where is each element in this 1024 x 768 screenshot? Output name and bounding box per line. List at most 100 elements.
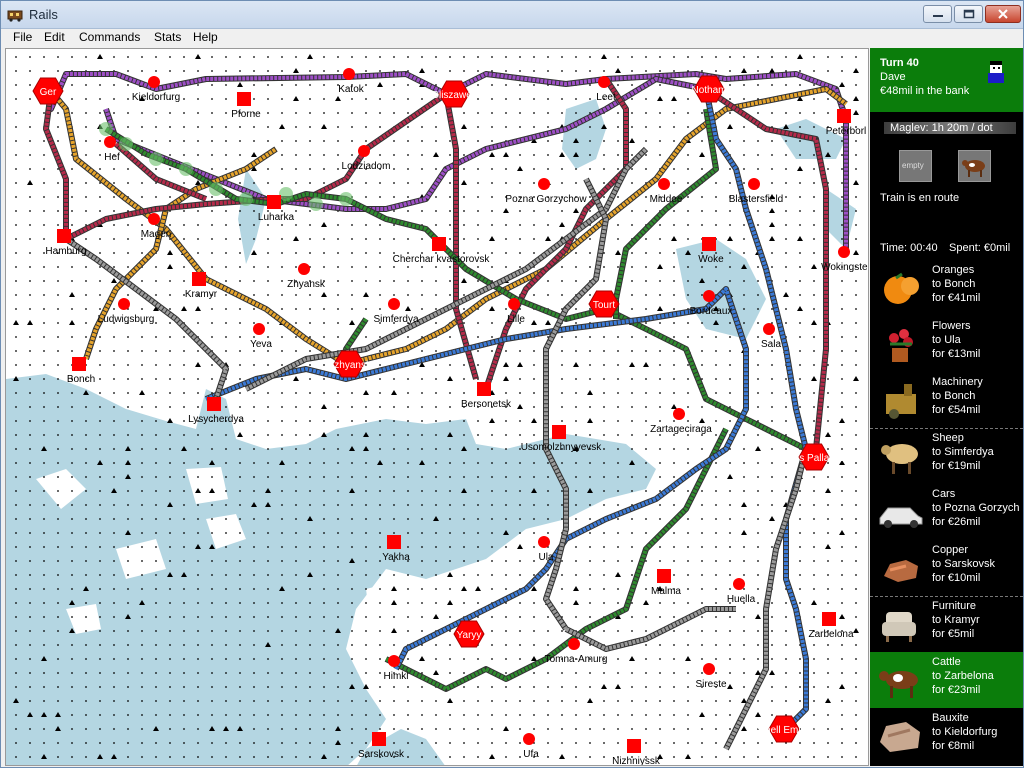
orange-icon bbox=[884, 272, 919, 304]
town-marker bbox=[343, 68, 355, 80]
cargo-card-bauxite[interactable]: Bauxite to Kieldorfurg for €8mil bbox=[870, 708, 1023, 764]
cargo-card-machinery[interactable]: Machinery to Bonch for €54mil bbox=[870, 372, 1023, 428]
city-label: Simferdya bbox=[373, 314, 418, 325]
cargo-card-cars[interactable]: Cars to Pozna Gorzych for €26mil bbox=[870, 484, 1023, 540]
town-marker bbox=[733, 578, 745, 590]
city-marker bbox=[192, 272, 206, 286]
cargo-payment: for €13mil bbox=[932, 348, 981, 360]
route-highlight bbox=[119, 137, 133, 151]
menu-help[interactable]: Help bbox=[191, 29, 220, 47]
city-label: Yakha bbox=[382, 552, 410, 563]
city-label: Leet bbox=[596, 92, 616, 103]
minimize-button[interactable] bbox=[923, 5, 952, 23]
game-map[interactable]: Ger Kieldorfurg Pforne Katok Gliszawek Leet No… bbox=[5, 48, 869, 766]
menu-file[interactable]: File bbox=[11, 29, 34, 47]
city-marker bbox=[267, 195, 281, 209]
city-label: Woke bbox=[698, 254, 724, 265]
cargo-card-oranges[interactable]: Oranges to Bonch for €41mil bbox=[870, 260, 1023, 316]
city-label: Pforne bbox=[231, 109, 261, 120]
town-marker bbox=[838, 246, 850, 258]
route-highlight bbox=[99, 122, 113, 136]
city-marker bbox=[432, 237, 446, 251]
armchair-icon bbox=[882, 612, 916, 642]
cargo-good: Cattle bbox=[932, 656, 961, 668]
town-marker bbox=[148, 76, 160, 88]
cargo-destination: to Zarbelona bbox=[932, 670, 994, 682]
wagon-slot-empty[interactable]: empty bbox=[899, 150, 932, 182]
route-highlight bbox=[239, 192, 253, 206]
city-label: Blastersfield bbox=[729, 194, 783, 205]
town-marker bbox=[673, 408, 685, 420]
town-marker bbox=[748, 178, 760, 190]
cargo-good: Oranges bbox=[932, 264, 975, 276]
route-highlight bbox=[309, 197, 323, 211]
menu-edit[interactable]: Edit bbox=[42, 29, 67, 47]
city-marker bbox=[372, 732, 386, 746]
train-status: Train is en route bbox=[880, 192, 960, 204]
city-label: Vicenell Emilanto bbox=[746, 725, 823, 736]
time-label: Time: 00:40 bbox=[880, 242, 938, 254]
city-label: Gras Pallagoz bbox=[783, 453, 846, 464]
city-marker bbox=[837, 109, 851, 123]
route-highlight bbox=[149, 152, 163, 166]
route-highlight bbox=[339, 192, 353, 206]
cargo-destination: to Bonch bbox=[932, 390, 976, 402]
city-label: Middee bbox=[650, 194, 683, 205]
side-panel: Turn 40 Dave €48mil in the bank Maglev: … bbox=[870, 48, 1023, 766]
city-label: Zhyansk bbox=[287, 279, 326, 290]
window-title: Rails bbox=[29, 7, 58, 22]
cargo-card-furniture[interactable]: Furniture to Kramyr for €5mil bbox=[870, 596, 1023, 652]
cargo-good: Furniture bbox=[932, 600, 977, 612]
wagon-slot-cattle[interactable] bbox=[958, 150, 991, 182]
cargo-card-cattle[interactable]: Cattle to Zarbelona for €23mil bbox=[870, 652, 1023, 708]
cargo-payment: for €54mil bbox=[932, 404, 981, 416]
cow-icon bbox=[962, 160, 985, 177]
player-avatar-icon bbox=[988, 61, 1004, 83]
maximize-button[interactable] bbox=[954, 5, 983, 23]
city-label: Sala bbox=[761, 339, 781, 350]
city-marker bbox=[387, 535, 401, 549]
minimize-icon bbox=[932, 15, 943, 17]
player-name: Dave bbox=[880, 71, 906, 83]
bank-balance: €48mil in the bank bbox=[880, 85, 970, 97]
title-bar[interactable]: Rails bbox=[1, 1, 1023, 29]
close-icon bbox=[998, 9, 1008, 19]
close-button[interactable] bbox=[985, 5, 1021, 23]
map-canvas[interactable]: Ger Kieldorfurg Pforne Katok Gliszawek Leet No… bbox=[6, 49, 869, 766]
cargo-good: Machinery bbox=[932, 376, 983, 388]
city-label: Malma bbox=[651, 586, 681, 597]
town-marker bbox=[104, 136, 116, 148]
turn-box: Turn 40 Dave €48mil in the bank bbox=[870, 48, 1023, 112]
cargo-payment: for €10mil bbox=[932, 572, 981, 584]
town-marker bbox=[598, 76, 610, 88]
menu-stats[interactable]: Stats bbox=[152, 29, 183, 47]
menu-commands[interactable]: Commands bbox=[77, 29, 142, 47]
city-label: Katok bbox=[338, 84, 365, 95]
town-marker bbox=[388, 298, 400, 310]
city-marker bbox=[57, 229, 71, 243]
city-marker bbox=[627, 739, 641, 753]
cargo-payment: for €19mil bbox=[932, 460, 981, 472]
city-label: Huella bbox=[727, 594, 756, 605]
cargo-destination: to Kramyr bbox=[932, 614, 980, 626]
town-marker bbox=[253, 323, 265, 335]
city-label: Magen bbox=[141, 229, 172, 240]
machinery-icon bbox=[886, 384, 916, 419]
cargo-card-copper[interactable]: Copper to Sarskovsk for €10mil bbox=[870, 540, 1023, 596]
cargo-good: Sheep bbox=[932, 432, 964, 444]
city-marker bbox=[477, 382, 491, 396]
town-marker bbox=[703, 663, 715, 675]
city-label: Ludwigsburg bbox=[98, 314, 155, 325]
city-label: Himki bbox=[384, 671, 409, 682]
town-marker bbox=[658, 178, 670, 190]
city-label: Sireste bbox=[695, 679, 727, 690]
city-label: Sarskovsk bbox=[358, 749, 405, 760]
train-speed-label: Maglev: 1h 20m / dot bbox=[890, 122, 993, 134]
cargo-card-flowers[interactable]: Flowers to Ula for €13mil bbox=[870, 316, 1023, 372]
city-label: Ufa bbox=[523, 749, 539, 760]
town-marker bbox=[298, 263, 310, 275]
city-marker bbox=[237, 92, 251, 106]
town-marker bbox=[523, 733, 535, 745]
cargo-card-sheep[interactable]: Sheep to Simferdya for €19mil bbox=[870, 428, 1023, 484]
cargo-destination: to Bonch bbox=[932, 278, 976, 290]
